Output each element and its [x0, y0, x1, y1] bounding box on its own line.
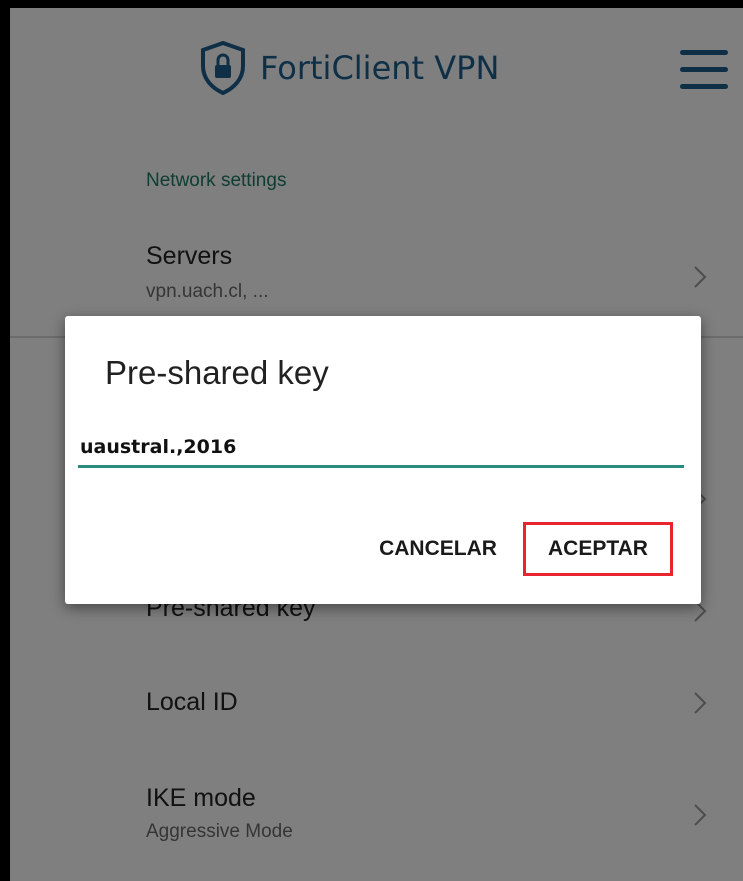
- app-screen: FortiClient VPN Network settings Servers…: [10, 8, 743, 881]
- cancel-button[interactable]: CANCELAR: [367, 522, 509, 576]
- dialog-title: Pre-shared key: [105, 354, 329, 391]
- accept-button[interactable]: ACEPTAR: [523, 522, 673, 576]
- pre-shared-key-input[interactable]: [78, 428, 684, 468]
- pre-shared-key-dialog: Pre-shared key CANCELAR ACEPTAR: [65, 316, 701, 604]
